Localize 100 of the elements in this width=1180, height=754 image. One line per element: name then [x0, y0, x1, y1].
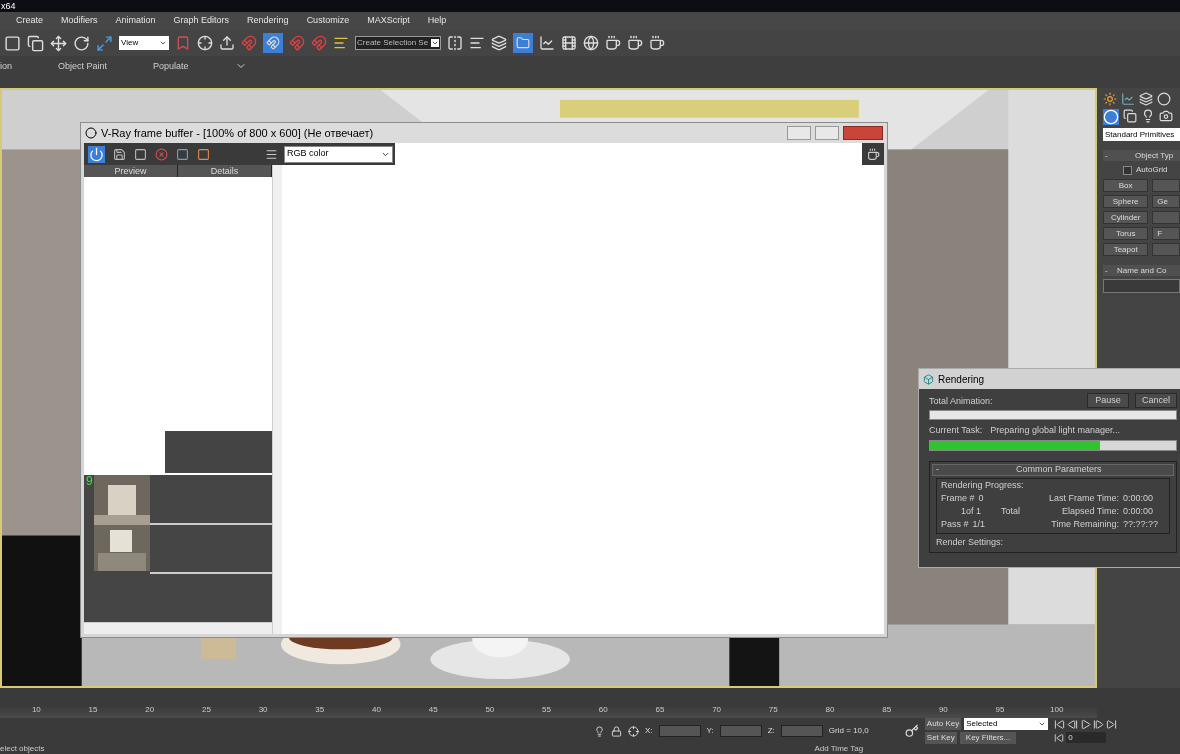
- teapot-icon[interactable]: [605, 35, 621, 51]
- tick-label: 50: [484, 704, 496, 716]
- view-dropdown[interactable]: View: [119, 36, 169, 50]
- rollout-title: Object Typ: [1135, 149, 1174, 162]
- next-frame-icon[interactable]: [1093, 719, 1105, 730]
- tick-label: 35: [314, 704, 326, 716]
- scale-icon[interactable]: [96, 34, 113, 52]
- tick-label: 25: [200, 704, 212, 716]
- auto-key-button[interactable]: Auto Key: [924, 718, 962, 730]
- x-field[interactable]: [658, 725, 701, 737]
- rotate-icon[interactable]: [73, 34, 90, 52]
- previous-frame-icon[interactable]: [1067, 719, 1079, 730]
- window-select-icon[interactable]: [27, 34, 44, 52]
- primitive-button[interactable]: Sphere: [1103, 195, 1149, 208]
- ribbon-tab[interactable]: Object Paint: [58, 60, 108, 72]
- menu-item[interactable]: Customize: [306, 14, 350, 28]
- sun-icon[interactable]: [1103, 92, 1117, 106]
- menu-item[interactable]: Animation: [115, 14, 156, 28]
- menu-item[interactable]: Rendering: [247, 14, 289, 28]
- dialog-button[interactable]: Cancel: [1135, 393, 1177, 408]
- tick-label: 55: [541, 704, 552, 716]
- selection-set-dropdown[interactable]: Create Selection Se: [355, 36, 441, 50]
- tick-label: 70: [711, 704, 723, 716]
- z-field[interactable]: [780, 725, 823, 737]
- explorer-button[interactable]: [513, 33, 533, 53]
- key-filters-button[interactable]: Key Filters...: [959, 732, 1017, 744]
- menu-item[interactable]: Modifiers: [61, 14, 98, 28]
- tick-label: 75: [767, 704, 779, 716]
- menu-item[interactable]: Create: [16, 14, 43, 28]
- key-icon[interactable]: [904, 724, 919, 738]
- camera-icon[interactable]: [1159, 109, 1173, 123]
- primitive-button[interactable]: Ge: [1152, 195, 1180, 208]
- rollout-header[interactable]: - Object Typ: [1103, 150, 1180, 161]
- name-field[interactable]: [1103, 279, 1180, 293]
- mirror-icon[interactable]: [447, 35, 463, 51]
- category-dropdown[interactable]: Standard Primitives: [1103, 128, 1180, 141]
- teapot-icon[interactable]: [649, 35, 665, 51]
- lock-icon[interactable]: [611, 725, 622, 737]
- key-mode-dropdown[interactable]: Selected: [964, 718, 1049, 730]
- angle-snap-button[interactable]: [263, 33, 283, 53]
- tick-label: 10: [30, 704, 42, 716]
- folder-icon: [516, 36, 530, 50]
- field-label: Z:: [767, 725, 775, 737]
- align-icon[interactable]: [469, 35, 485, 51]
- primitive-button[interactable]: Cylinder: [1103, 211, 1149, 224]
- go-to-start-icon[interactable]: [1054, 719, 1066, 730]
- field-label: Y:: [706, 725, 714, 737]
- primitive-button[interactable]: F: [1152, 227, 1180, 240]
- move-icon[interactable]: [50, 34, 67, 52]
- y-field[interactable]: [719, 725, 762, 737]
- select-icon[interactable]: [4, 34, 21, 52]
- hierarchy-icon[interactable]: [1139, 92, 1153, 106]
- tick-label: 20: [144, 704, 156, 716]
- rollout-header[interactable]: - Name and Co: [1103, 265, 1180, 276]
- primitive-button[interactable]: Teapot: [1103, 243, 1149, 256]
- set-key-button[interactable]: Set Key: [924, 732, 957, 744]
- shapes-icon[interactable]: [1123, 109, 1137, 123]
- dropdown-arrow-icon: [431, 39, 439, 47]
- tick-label: 65: [654, 704, 666, 716]
- field-value: 0:00:00: [1123, 492, 1155, 505]
- collapse-toggle: -: [1103, 149, 1135, 162]
- tick-label: 40: [371, 704, 382, 716]
- field-value: ??:??:??: [1123, 518, 1160, 531]
- menu-item[interactable]: Graph Editors: [173, 14, 230, 28]
- ribbon-tab[interactable]: Populate: [153, 60, 189, 72]
- tick-label: 60: [597, 704, 609, 716]
- status-prompt: elect objects: [0, 744, 45, 754]
- menu-item[interactable]: MAXScript: [367, 14, 410, 28]
- collapse-toggle: -: [1103, 264, 1117, 277]
- layers-icon[interactable]: [491, 35, 507, 51]
- tick-label: 100: [1049, 704, 1065, 716]
- teapot-icon[interactable]: [627, 35, 643, 51]
- light-icon[interactable]: [1141, 109, 1155, 123]
- sphere-icon[interactable]: [1103, 109, 1119, 125]
- go-to-end-icon[interactable]: [1106, 719, 1118, 730]
- schematic-icon[interactable]: [561, 35, 577, 51]
- frame-field[interactable]: 0: [1066, 732, 1107, 743]
- grid-text: Grid = 10,0: [828, 725, 870, 737]
- tick-label: 90: [937, 704, 949, 716]
- field-label: X:: [645, 725, 653, 737]
- tick-label: 45: [427, 704, 439, 716]
- primitive-button[interactable]: Box: [1103, 179, 1149, 192]
- checkbox-label: AutoGrid: [1136, 164, 1168, 176]
- curve-icon[interactable]: [1121, 92, 1135, 106]
- rollout-title: Name and Co: [1117, 264, 1167, 277]
- field-value: 0:00:00: [1123, 505, 1155, 518]
- target-icon[interactable]: [628, 725, 639, 737]
- time-tag-text: Add Time Tag: [814, 744, 864, 754]
- primitive-button[interactable]: Torus: [1103, 227, 1149, 240]
- dialog-button[interactable]: Pause: [1087, 393, 1129, 408]
- play-icon[interactable]: [1080, 719, 1092, 730]
- upload-icon[interactable]: [219, 35, 235, 51]
- menu-item[interactable]: Help: [427, 14, 447, 28]
- curve-editor-icon[interactable]: [539, 35, 555, 51]
- magnet-icon: [266, 36, 280, 50]
- window-title: x64: [1, 0, 16, 12]
- pivot-icon[interactable]: [197, 35, 213, 51]
- checkbox[interactable]: [1123, 165, 1132, 175]
- tick-label: 30: [257, 704, 269, 716]
- ribbon-tab[interactable]: ion: [0, 60, 12, 72]
